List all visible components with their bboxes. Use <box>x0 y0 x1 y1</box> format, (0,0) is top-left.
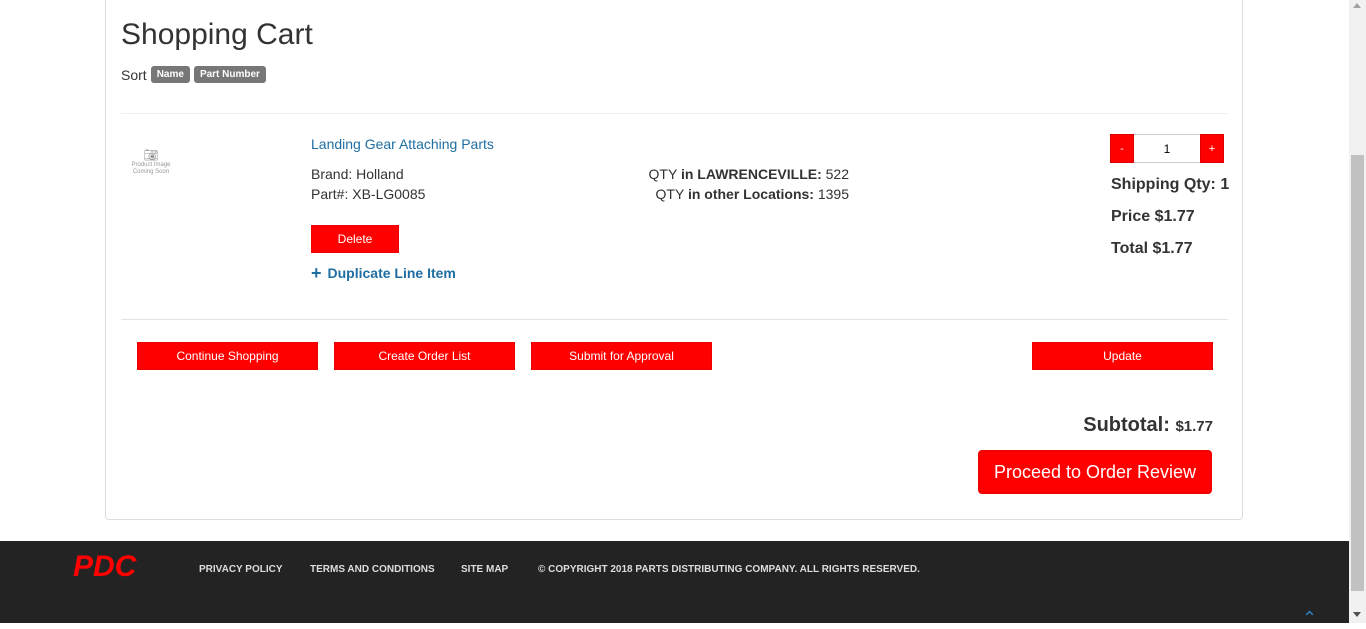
shipping-qty: Shipping Qty: 1 <box>1111 176 1230 193</box>
camera-icon: 📷︎ <box>143 148 159 162</box>
create-order-list-button[interactable]: Create Order List <box>334 342 515 370</box>
item-total: Total $1.77 <box>1111 240 1193 257</box>
chevron-up-icon[interactable]: ⌃ <box>1302 608 1317 629</box>
qty-other-label: in other Locations: <box>687 186 814 202</box>
product-image-text: Product Image <box>131 162 171 168</box>
subtotal-value: $1.77 <box>1175 418 1213 435</box>
qty-other-value: 1395 <box>817 186 849 202</box>
subtotal: Subtotal: $1.77 <box>1083 414 1213 437</box>
duplicate-label: Duplicate Line Item <box>327 265 456 281</box>
qty-local-label: in LAWRENCEVILLE: <box>680 166 822 182</box>
duplicate-line-item-link[interactable]: + Duplicate Line Item <box>311 263 456 283</box>
divider <box>121 319 1228 320</box>
sort-bar: Sort Name Part Number <box>121 66 266 83</box>
item-brand: Brand: Holland <box>311 166 404 182</box>
item-price: Price $1.77 <box>1111 208 1195 225</box>
delete-button[interactable]: Delete <box>311 225 399 253</box>
logo-text: PDC <box>73 550 138 581</box>
terms-and-conditions-link[interactable]: TERMS AND CONDITIONS <box>310 564 435 575</box>
scrollbar[interactable] <box>1349 0 1366 623</box>
item-part-number: Part#: XB-LG0085 <box>311 186 425 202</box>
decrement-button[interactable]: - <box>1110 134 1134 163</box>
qty-other: QTY in other Locations: 1395 <box>656 186 849 202</box>
plus-icon: + <box>311 263 322 283</box>
sort-by-part-number[interactable]: Part Number <box>193 66 266 83</box>
subtotal-label: Subtotal: <box>1083 414 1170 436</box>
proceed-to-order-review-button[interactable]: Proceed to Order Review <box>978 450 1212 494</box>
brand-value: Holland <box>356 166 404 182</box>
increment-button[interactable]: + <box>1200 134 1224 163</box>
brand-label: Brand: <box>311 166 353 182</box>
qty-prefix: QTY <box>655 186 685 202</box>
quantity-input[interactable] <box>1134 134 1200 163</box>
sort-by-name[interactable]: Name <box>150 66 190 83</box>
privacy-policy-link[interactable]: PRIVACY POLICY <box>199 564 283 575</box>
qty-local-value: 522 <box>825 166 849 182</box>
update-button[interactable]: Update <box>1032 342 1213 370</box>
scrollbar-thumb[interactable] <box>1351 155 1364 591</box>
qty-prefix: QTY <box>648 166 678 182</box>
cart-panel <box>105 0 1243 520</box>
divider <box>121 113 1228 114</box>
sort-label: Sort <box>121 66 147 83</box>
scroll-down-arrow[interactable] <box>1353 612 1361 617</box>
item-name-link[interactable]: Landing Gear Attaching Parts <box>311 136 494 152</box>
submit-for-approval-button[interactable]: Submit for Approval <box>531 342 712 370</box>
qty-local: QTY in LAWRENCEVILLE: 522 <box>649 166 849 182</box>
quantity-stepper: - + <box>1110 134 1228 163</box>
product-image: 📷︎ Product Image Coming Soon <box>128 148 174 182</box>
pdc-logo[interactable]: PDC <box>73 549 145 581</box>
copyright: © COPYRIGHT 2018 PARTS DISTRIBUTING COMP… <box>538 564 920 575</box>
continue-shopping-button[interactable]: Continue Shopping <box>137 342 318 370</box>
page-title: Shopping Cart <box>121 18 313 51</box>
scroll-up-arrow[interactable] <box>1353 3 1361 8</box>
product-image-text: Coming Soon <box>132 169 170 175</box>
part-label: Part#: <box>311 186 349 202</box>
part-value: XB-LG0085 <box>352 186 426 202</box>
footer: PDC PRIVACY POLICY TERMS AND CONDITIONS … <box>0 541 1349 628</box>
site-map-link[interactable]: SITE MAP <box>461 564 508 575</box>
